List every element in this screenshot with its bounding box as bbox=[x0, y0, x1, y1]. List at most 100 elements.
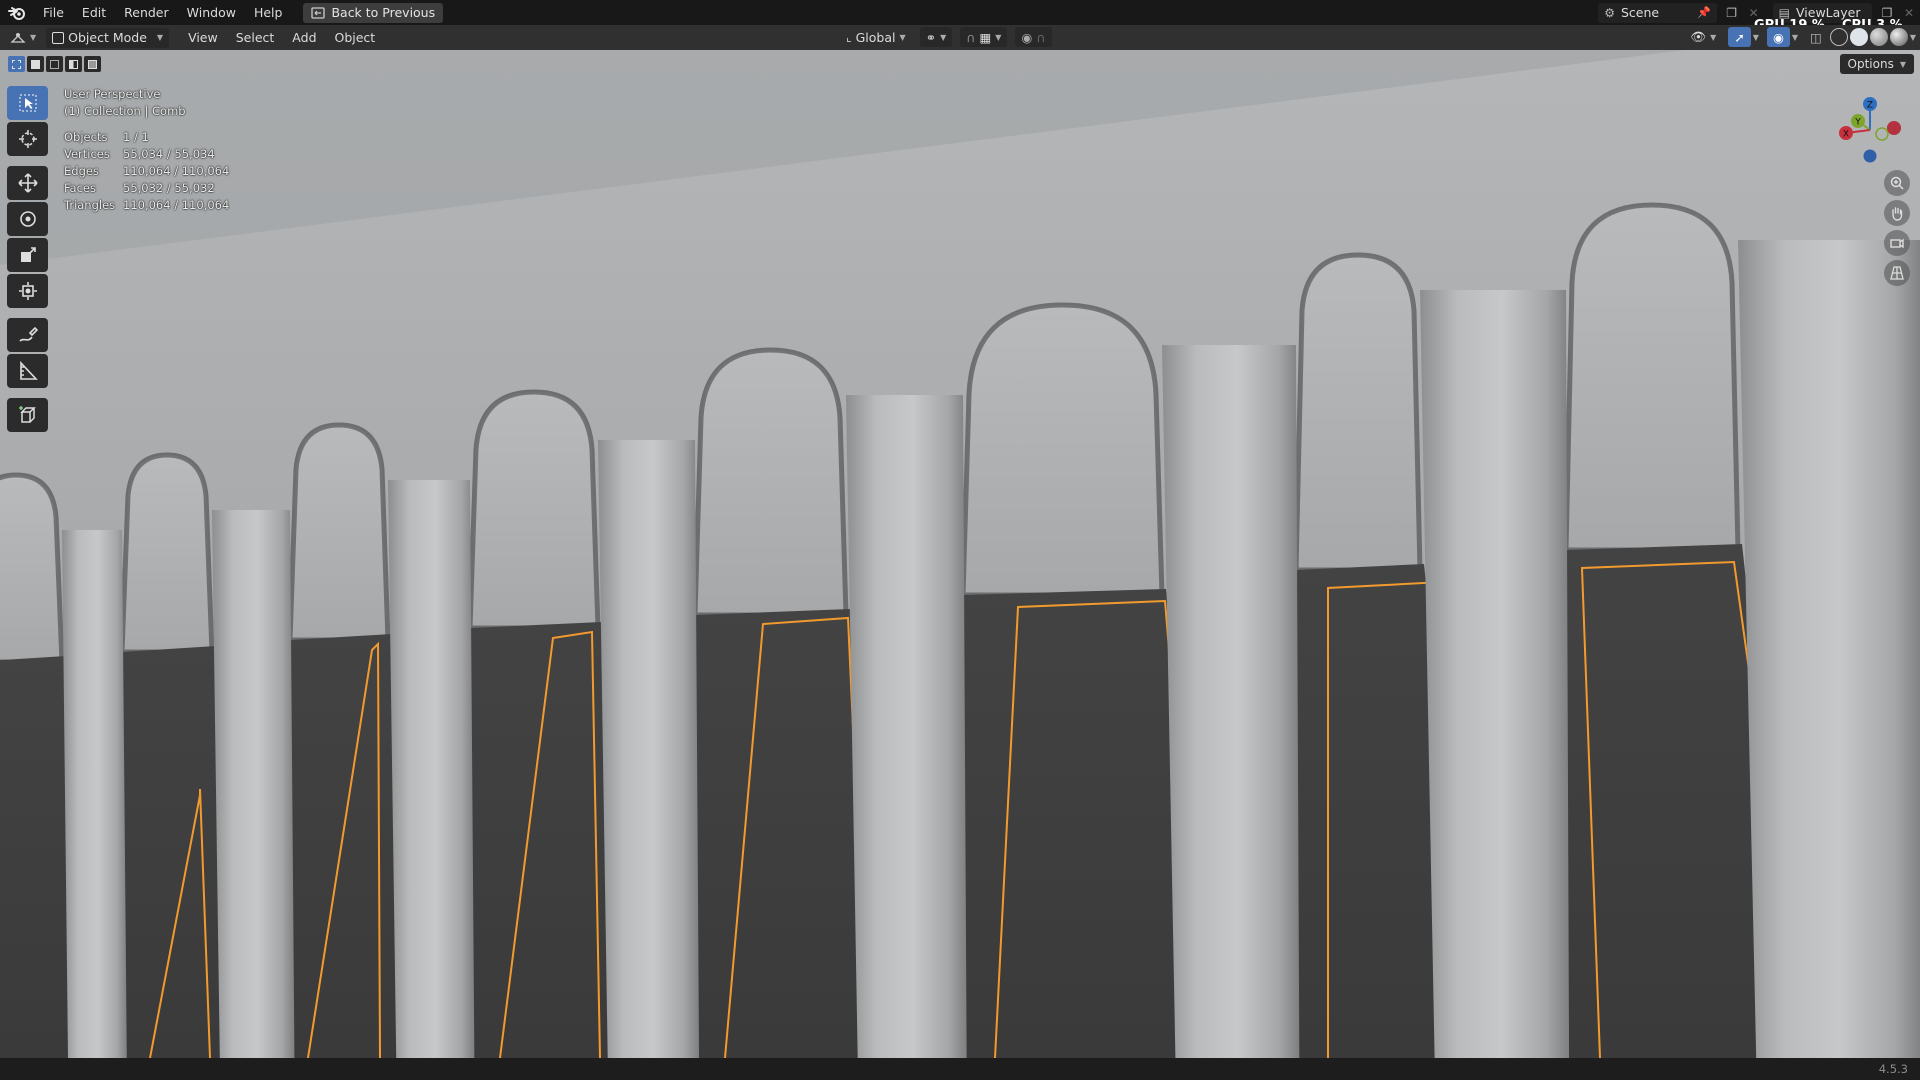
chevron-down-icon: ▼ bbox=[899, 32, 906, 42]
comb-arch-recess bbox=[467, 389, 601, 631]
select-box-tool[interactable] bbox=[7, 86, 48, 120]
gizmo-x-label: X bbox=[1843, 130, 1849, 140]
options-dropdown[interactable]: Options ▼ bbox=[1839, 54, 1914, 74]
pan-hand-icon[interactable] bbox=[1884, 200, 1910, 226]
top-menu-bar: File Edit Render Window Help Back to Pre… bbox=[0, 0, 1920, 33]
stat-label: Faces bbox=[64, 181, 96, 195]
stat-value: 1 / 1 bbox=[123, 130, 149, 144]
navigation-gizmo[interactable]: X Y Z bbox=[1820, 90, 1920, 170]
wireframe-shading-icon[interactable] bbox=[1829, 28, 1848, 46]
comb-tooth bbox=[1738, 240, 1920, 1058]
menu-window[interactable]: Window bbox=[178, 0, 245, 25]
menu-help[interactable]: Help bbox=[245, 0, 292, 25]
rendered-shading-icon[interactable] bbox=[1889, 28, 1908, 46]
select-cursor-icon bbox=[19, 94, 36, 112]
xray-icon: ◫ bbox=[1810, 29, 1822, 45]
select-intersect-icon[interactable] bbox=[84, 56, 101, 72]
object-mode-icon bbox=[52, 31, 65, 44]
menu-select[interactable]: Select bbox=[227, 30, 284, 45]
eye-icon: 👁 bbox=[1690, 29, 1707, 44]
comb-model-render[interactable] bbox=[0, 50, 1920, 1058]
back-to-previous-button[interactable]: Back to Previous bbox=[303, 2, 444, 23]
measure-tool[interactable] bbox=[7, 354, 48, 388]
material-shading-icon[interactable] bbox=[1869, 28, 1888, 46]
menu-edit[interactable]: Edit bbox=[73, 0, 115, 25]
menu-add[interactable]: Add bbox=[283, 30, 325, 45]
stat-value: 110,064 / 110,064 bbox=[123, 164, 230, 178]
snap-toggle[interactable]: ∩ ▦ ▼ bbox=[960, 27, 1008, 47]
scene-selector[interactable]: ⚙ Scene 📌 bbox=[1598, 2, 1717, 23]
stat-value: 55,032 / 55,032 bbox=[123, 181, 215, 195]
chevron-down-icon[interactable]: ▼ bbox=[1753, 33, 1759, 42]
gizmo-neg-y-icon[interactable] bbox=[1875, 127, 1889, 141]
zoom-magnifier-icon[interactable] bbox=[1884, 170, 1910, 196]
comb-tooth bbox=[598, 440, 700, 1058]
scale-tool[interactable] bbox=[7, 238, 48, 272]
gizmo-z-label: Z bbox=[1867, 101, 1873, 111]
solid-shading-icon[interactable] bbox=[1849, 28, 1868, 46]
gizmo-neg-x-icon[interactable] bbox=[1887, 121, 1901, 135]
tool-shelf bbox=[7, 86, 48, 432]
selection-mode-buttons bbox=[8, 56, 101, 72]
transform-tool[interactable] bbox=[7, 274, 48, 308]
pin-icon[interactable]: 📌 bbox=[1697, 6, 1711, 19]
pivot-icon: ⚭ bbox=[925, 29, 937, 45]
menu-object[interactable]: Object bbox=[326, 30, 385, 45]
chevron-down-icon[interactable]: ▼ bbox=[1792, 33, 1798, 42]
comb-tooth bbox=[1420, 290, 1570, 1058]
3d-viewport[interactable]: Options ▼ User Perspective (1) Collectio… bbox=[0, 50, 1920, 1058]
annotate-pencil-icon bbox=[18, 326, 38, 342]
visibility-dropdown[interactable]: 👁 ▼ bbox=[1684, 27, 1722, 47]
cursor-tool[interactable] bbox=[7, 122, 48, 156]
transform-icon bbox=[18, 282, 37, 300]
object-mode-dropdown[interactable]: Object Mode ▼ bbox=[46, 27, 170, 48]
gizmo-neg-z-icon[interactable] bbox=[1863, 149, 1877, 163]
add-cube-tool[interactable] bbox=[7, 398, 48, 432]
menu-file[interactable]: File bbox=[34, 0, 73, 25]
gizmo-toggle[interactable]: ➚ bbox=[1728, 27, 1751, 47]
options-label: Options bbox=[1847, 57, 1894, 71]
back-screen-icon bbox=[311, 6, 326, 19]
perspective-grid-icon[interactable] bbox=[1884, 260, 1910, 286]
editor-type-selector[interactable]: ▼ bbox=[4, 28, 42, 48]
comb-tooth bbox=[62, 530, 127, 1058]
pivot-point-dropdown[interactable]: ⚭ ▼ bbox=[919, 27, 953, 47]
xray-toggle[interactable]: ◫ bbox=[1804, 27, 1828, 47]
rotate-icon bbox=[19, 211, 36, 227]
stat-label: Objects bbox=[64, 130, 108, 144]
chevron-down-icon: ▼ bbox=[1710, 32, 1717, 42]
chevron-down-icon[interactable]: ▼ bbox=[1910, 33, 1916, 42]
back-to-previous-label: Back to Previous bbox=[331, 5, 436, 20]
scene-icon: ⚙ bbox=[1604, 5, 1615, 20]
status-bar: 4.5.3 bbox=[0, 1058, 1920, 1080]
transform-controls: ⌞ Global ▼ ⚭ ▼ ∩ ▦ ▼ ◉ ∩ bbox=[836, 27, 1052, 47]
object-mode-label: Object Mode bbox=[68, 30, 147, 45]
comb-tooth bbox=[388, 480, 475, 1058]
orientation-dropdown[interactable]: ⌞ Global ▼ bbox=[840, 27, 912, 47]
camera-view-icon[interactable] bbox=[1884, 230, 1910, 256]
comb-arch-recess bbox=[692, 347, 849, 618]
measure-ruler-icon bbox=[19, 361, 38, 380]
select-new-icon[interactable] bbox=[8, 56, 25, 72]
comb-tooth bbox=[212, 510, 295, 1058]
annotate-tool[interactable] bbox=[7, 318, 48, 352]
comb-arch-recess bbox=[1563, 202, 1741, 553]
stat-label: Edges bbox=[64, 164, 99, 178]
blender-logo-icon[interactable] bbox=[0, 0, 34, 25]
new-scene-icon[interactable]: ❐ bbox=[1721, 3, 1743, 23]
proportional-editing-toggle[interactable]: ◉ ∩ bbox=[1015, 27, 1052, 47]
scene-name: Scene bbox=[1620, 5, 1660, 20]
viewport-info-overlay: User Perspective (1) Collection | Comb O… bbox=[64, 86, 229, 214]
menu-view[interactable]: View bbox=[179, 30, 227, 45]
select-invert-icon[interactable] bbox=[65, 56, 82, 72]
select-subtract-icon[interactable] bbox=[46, 56, 63, 72]
rotate-tool[interactable] bbox=[7, 202, 48, 236]
menu-render[interactable]: Render bbox=[115, 0, 178, 25]
overlays-toggle[interactable]: ◉ bbox=[1766, 27, 1790, 47]
select-extend-icon[interactable] bbox=[27, 56, 44, 72]
move-tool[interactable] bbox=[7, 166, 48, 200]
comb-arch-recess bbox=[0, 472, 65, 665]
snap-magnet-icon: ∩ bbox=[966, 29, 976, 45]
scale-icon bbox=[20, 247, 36, 262]
move-arrows-icon bbox=[17, 173, 38, 193]
